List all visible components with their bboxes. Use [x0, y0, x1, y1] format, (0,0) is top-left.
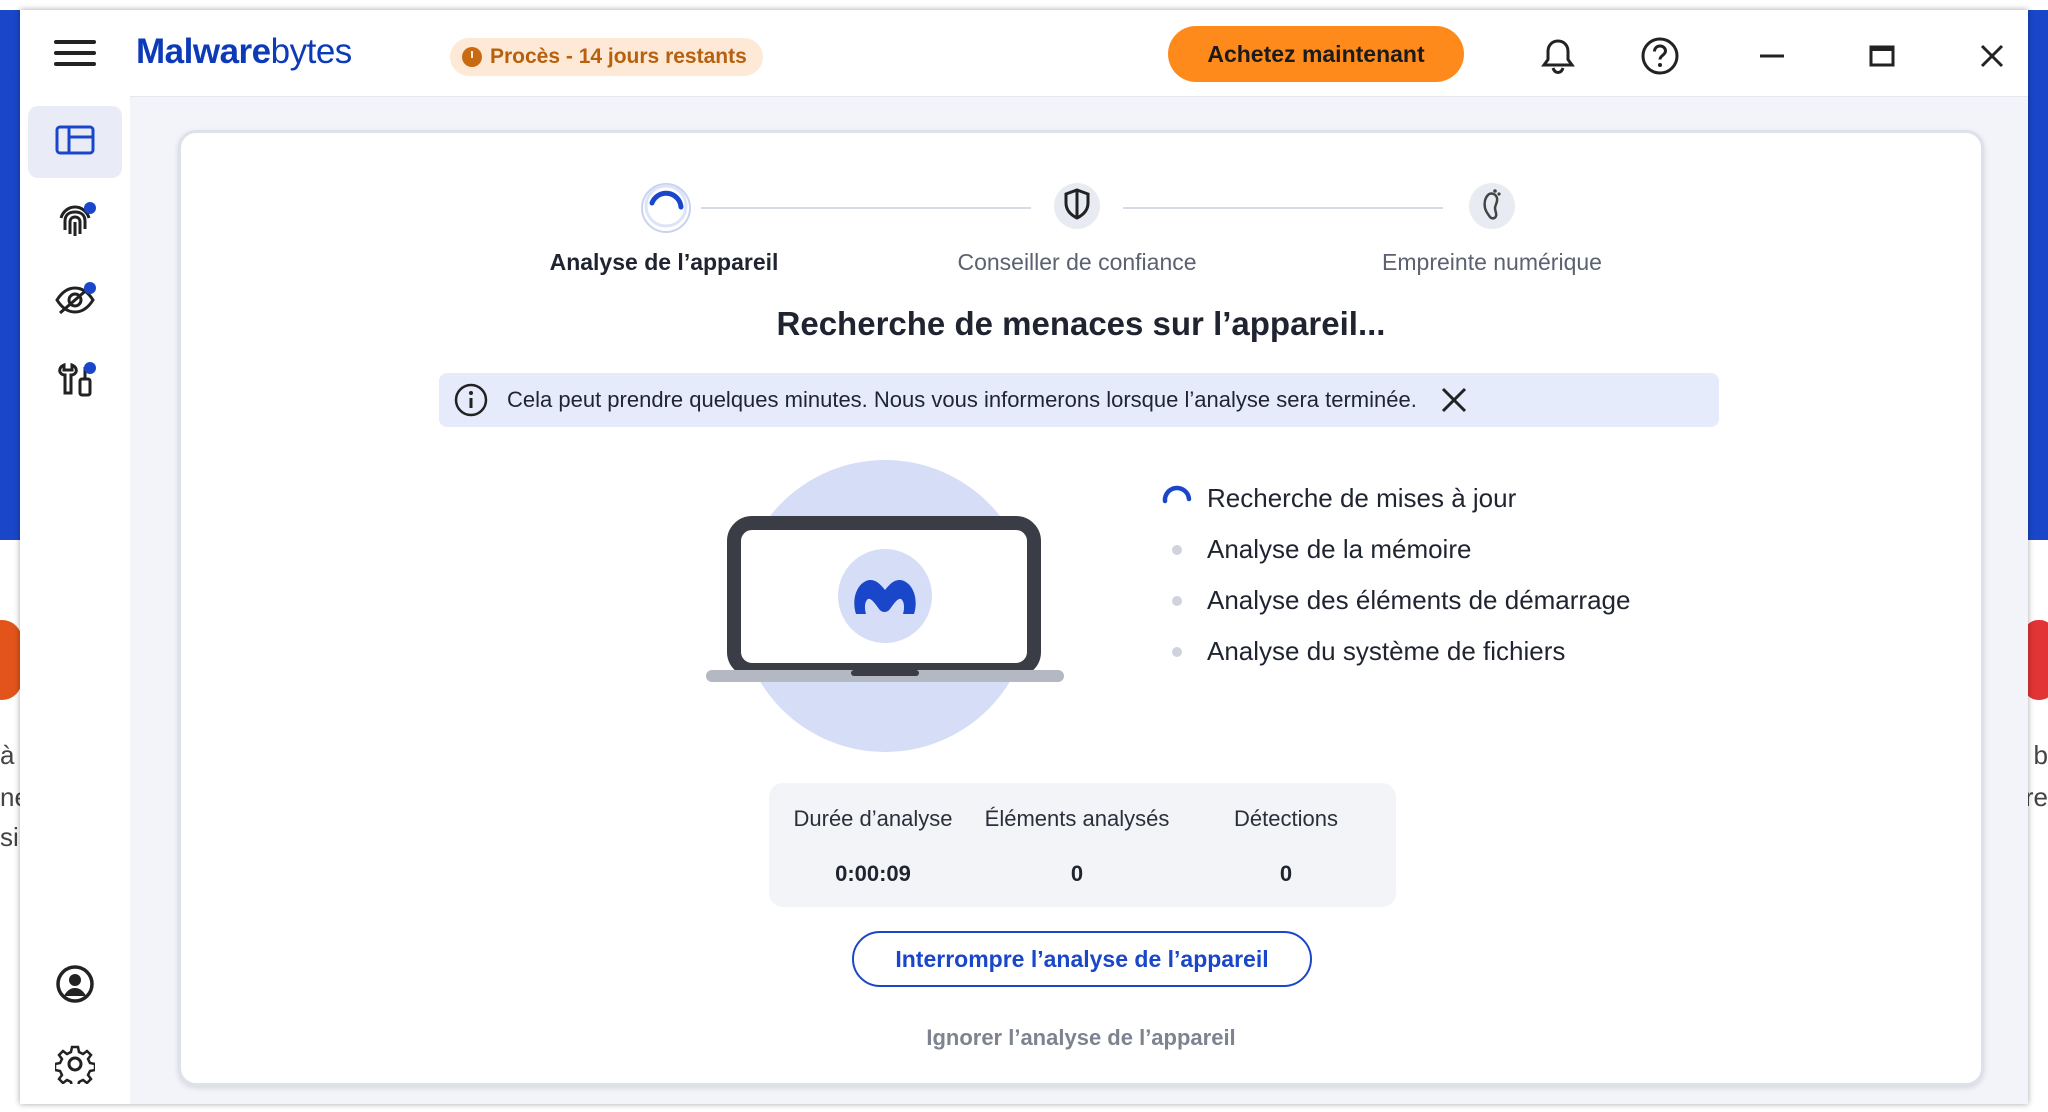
- task-label: Recherche de mises à jour: [1207, 483, 1517, 513]
- task-item: Recherche de mises à jour: [1161, 473, 1630, 524]
- step-spinner: [641, 183, 691, 233]
- dismiss-close-icon[interactable]: [1439, 385, 1469, 415]
- task-item: Analyse du système de fichiers: [1161, 626, 1630, 677]
- scan-card: Analyse de l’appareil Conseiller de conf…: [178, 130, 1984, 1086]
- spinner-icon: [1161, 483, 1193, 515]
- notification-badge: [84, 282, 96, 294]
- trial-badge: Procès - 14 jours restants: [450, 38, 763, 76]
- stat-label: Durée d’analyse: [793, 806, 953, 831]
- buy-now-button[interactable]: Achetez maintenant: [1168, 26, 1464, 82]
- account-icon: [55, 964, 95, 1009]
- clock-icon: [462, 47, 482, 67]
- background-orange-shape: [0, 620, 22, 700]
- background-blue-panel-right: [2026, 10, 2048, 540]
- gear-icon: [53, 1044, 97, 1089]
- pending-dot-icon: [1161, 636, 1193, 668]
- maximize-icon[interactable]: [1858, 32, 1906, 80]
- close-icon[interactable]: [1968, 32, 2016, 80]
- stat-value: 0: [1279, 861, 1293, 886]
- step-shield: [1054, 183, 1100, 229]
- sidebar-item-identity[interactable]: [28, 186, 122, 258]
- background-text-fragment: à: [0, 740, 15, 770]
- background-text-fragment: b: [2033, 740, 2048, 770]
- scan-stats-panel: Durée d’analyse 0:00:09 Éléments analysé…: [769, 783, 1396, 907]
- notification-badge: [84, 362, 96, 374]
- app-window: Malwarebytes Procès - 14 jours restants …: [20, 10, 2028, 1104]
- skip-scan-link: Ignorer l’analyse de l’appareil: [181, 1025, 1981, 1051]
- sidebar-item-settings[interactable]: [28, 1030, 122, 1102]
- task-label: Analyse de la mémoire: [1207, 534, 1472, 564]
- task-item: Analyse de la mémoire: [1161, 524, 1630, 575]
- pending-dot-icon: [1161, 585, 1193, 617]
- info-message: Cela peut prendre quelques minutes. Nous…: [507, 387, 1417, 412]
- brand-logo: Malwarebytes: [136, 32, 352, 71]
- info-icon: [453, 382, 489, 418]
- step-label-digital-footprint: Empreinte numérique: [1382, 249, 1602, 275]
- background-text-fragment: a: [0, 58, 15, 88]
- menu-icon[interactable]: [54, 40, 96, 68]
- step-footprint: [1469, 183, 1515, 229]
- task-label: Analyse du système de fichiers: [1207, 636, 1566, 666]
- trial-badge-label: Procès - 14 jours restants: [490, 45, 747, 68]
- stat-label: Détections: [1234, 806, 1338, 831]
- task-item: Analyse des éléments de démarrage: [1161, 575, 1630, 626]
- background-text-fragment: s: [2035, 58, 2048, 88]
- skip-scan-link-text[interactable]: Ignorer l’analyse de l’appareil: [926, 1025, 1235, 1050]
- stepper-connector: [701, 207, 1031, 209]
- notification-badge: [84, 202, 96, 214]
- sidebar-item-tools[interactable]: [28, 346, 122, 418]
- footprint-icon: [1480, 187, 1504, 226]
- info-banner: Cela peut prendre quelques minutes. Nous…: [439, 373, 1719, 427]
- title-bar: Malwarebytes Procès - 14 jours restants …: [20, 10, 2028, 97]
- step-label-trust-advisor: Conseiller de confiance: [957, 249, 1197, 275]
- stepper-connector: [1123, 207, 1443, 209]
- stat-detections: Détections 0: [1186, 793, 1386, 887]
- dashboard-icon: [55, 125, 95, 160]
- sidebar-item-account[interactable]: [28, 950, 122, 1022]
- sidebar-item-privacy[interactable]: [28, 266, 122, 338]
- stat-value: 0:00:09: [835, 861, 911, 886]
- step-label-device-scan: Analyse de l’appareil: [549, 249, 779, 275]
- shield-icon: [1062, 187, 1092, 225]
- stat-value: 0: [1070, 861, 1084, 886]
- stat-items-scanned: Éléments analysés 0: [977, 793, 1177, 887]
- background-text-fragment: re: [2024, 782, 2048, 812]
- scan-task-list: Recherche de mises à jour Analyse de la …: [1161, 473, 1630, 677]
- task-label: Analyse des éléments de démarrage: [1207, 585, 1631, 615]
- bell-icon[interactable]: [1538, 36, 1578, 76]
- spinner-icon: [643, 183, 689, 234]
- stop-scan-button[interactable]: Interrompre l’analyse de l’appareil: [852, 931, 1312, 987]
- sidebar-item-dashboard[interactable]: [28, 106, 122, 178]
- sidebar: [20, 96, 130, 1104]
- laptop-illustration: [696, 460, 1074, 752]
- help-icon[interactable]: [1640, 36, 1680, 76]
- pending-dot-icon: [1161, 534, 1193, 566]
- background-blue-panel-left: [0, 10, 22, 540]
- minimize-icon[interactable]: [1748, 32, 1796, 80]
- stat-scan-duration: Durée d’analyse 0:00:09: [773, 793, 973, 887]
- stat-label: Éléments analysés: [984, 806, 1170, 831]
- background-text-fragment: si: [0, 822, 19, 852]
- scan-heading: Recherche de menaces sur l’appareil...: [776, 305, 1386, 342]
